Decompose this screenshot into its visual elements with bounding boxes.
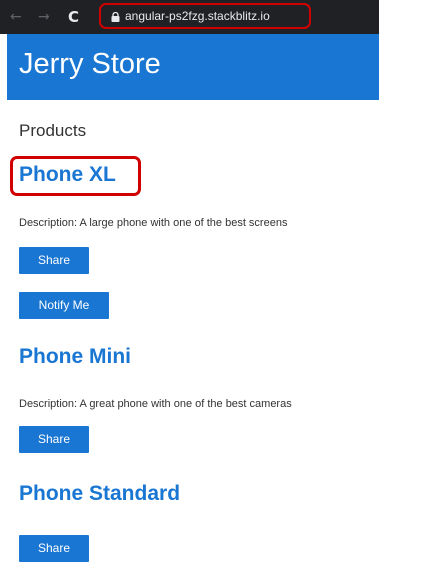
address-bar[interactable]: angular-ps2fzg.stackblitz.io — [99, 3, 311, 29]
share-button[interactable]: Share — [19, 426, 89, 453]
product-description: Description: A large phone with one of t… — [19, 217, 288, 229]
share-button[interactable]: Share — [19, 247, 89, 274]
notify-me-button[interactable]: Notify Me — [19, 292, 109, 319]
product-title-phone-standard[interactable]: Phone Standard — [19, 482, 180, 506]
back-arrow-icon[interactable]: ← — [10, 7, 22, 27]
browser-toolbar: ← → C angular-ps2fzg.stackblitz.io — [0, 0, 379, 34]
forward-arrow-icon[interactable]: → — [38, 7, 50, 27]
store-title[interactable]: Jerry Store — [19, 48, 161, 81]
product-title-phone-mini[interactable]: Phone Mini — [19, 345, 131, 369]
url-text: angular-ps2fzg.stackblitz.io — [125, 9, 270, 23]
product-description: Description: A great phone with one of t… — [19, 398, 292, 410]
product-title-phone-xl[interactable]: Phone XL — [19, 163, 116, 187]
app-header: Jerry Store — [7, 34, 379, 100]
reload-icon[interactable]: C — [68, 7, 79, 27]
lock-icon — [111, 12, 120, 22]
page-title: Products — [19, 121, 87, 140]
share-button[interactable]: Share — [19, 535, 89, 562]
